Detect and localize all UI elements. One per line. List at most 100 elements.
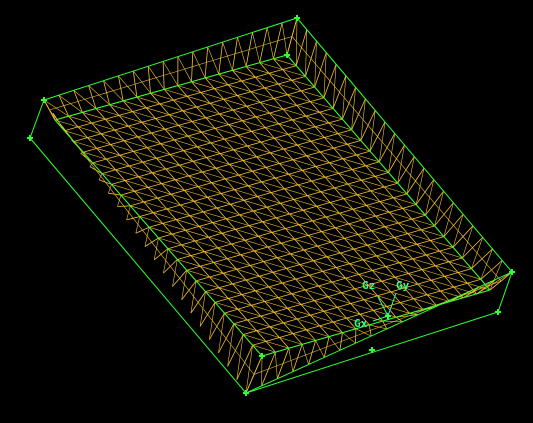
mesh-line — [300, 300, 315, 305]
mesh-line — [201, 128, 216, 133]
mesh-line — [417, 279, 432, 285]
wall-line — [225, 338, 236, 351]
mesh-line — [430, 236, 445, 241]
mesh-line — [257, 192, 272, 197]
mesh-line — [191, 117, 206, 122]
mesh-line — [153, 208, 167, 214]
mesh-line — [411, 214, 426, 220]
mesh-line — [246, 102, 261, 107]
mesh-line — [347, 140, 361, 145]
mesh-line — [352, 205, 367, 210]
mesh-line — [228, 294, 243, 299]
mesh-line — [270, 148, 284, 154]
wall-line — [481, 258, 492, 271]
mesh-line — [361, 176, 376, 181]
mesh-line — [92, 158, 107, 164]
mesh-line — [403, 243, 418, 249]
mesh-line — [310, 97, 325, 102]
mesh-line — [292, 329, 307, 334]
mesh-line — [311, 176, 326, 182]
wall-line — [282, 357, 298, 364]
mesh-line — [325, 212, 340, 218]
mesh-line — [178, 121, 193, 126]
mesh-line — [248, 221, 263, 226]
mesh-line — [407, 229, 422, 234]
mesh-line — [193, 196, 208, 202]
mesh-line — [64, 126, 79, 132]
mesh-line — [342, 154, 357, 160]
mesh-line — [120, 190, 135, 196]
mesh-line — [204, 247, 218, 253]
mesh-line — [146, 143, 161, 148]
mesh-line — [240, 250, 255, 256]
mesh-line — [357, 230, 372, 235]
wall-line — [434, 203, 445, 215]
mesh-line — [284, 184, 299, 190]
mesh-line — [171, 229, 186, 235]
wall-line — [471, 248, 493, 269]
mesh-line — [244, 235, 259, 241]
mesh-line — [297, 140, 312, 146]
plus-marker — [41, 97, 47, 103]
mesh-line — [344, 234, 359, 239]
wall-line — [106, 88, 121, 93]
wall-line — [92, 92, 107, 98]
mesh-line — [202, 167, 217, 173]
mesh-line — [200, 262, 214, 267]
mesh-line — [225, 214, 240, 220]
mesh-line — [298, 220, 313, 226]
mesh-line — [206, 153, 221, 158]
mesh-line — [275, 173, 289, 179]
mesh-line — [358, 270, 373, 275]
mesh-line — [142, 157, 157, 163]
mesh-line — [304, 285, 319, 291]
mesh-line — [340, 248, 354, 254]
wall-diagonal — [275, 352, 278, 379]
mesh-line — [431, 276, 445, 281]
mesh-line — [290, 249, 305, 255]
mesh-line — [197, 182, 212, 187]
mesh-line — [134, 187, 149, 192]
mesh-line — [389, 208, 403, 213]
mesh-line — [198, 222, 213, 227]
wall-line — [424, 191, 435, 204]
mesh-model[interactable]: Gx Gy Gz — [0, 0, 533, 423]
wall-line — [63, 101, 79, 106]
mesh-line — [227, 254, 241, 259]
mesh-line — [197, 142, 211, 148]
mesh-line — [219, 109, 234, 115]
mesh-line — [237, 91, 252, 96]
mesh-line — [147, 183, 162, 188]
mesh-line — [374, 172, 389, 177]
mesh-line — [301, 126, 316, 131]
mesh-line — [426, 290, 441, 296]
mesh-line — [289, 209, 304, 215]
graphics-viewport[interactable]: Gx Gy Gz — [0, 0, 533, 423]
mesh-line — [91, 118, 106, 124]
mesh-line — [260, 311, 275, 317]
mesh-line — [157, 193, 172, 199]
wall-line — [120, 83, 136, 89]
triad-y-label: Gy — [396, 279, 410, 292]
mesh-line — [188, 171, 203, 177]
mesh-line — [309, 271, 323, 276]
mesh-line — [385, 262, 400, 267]
mesh-line — [416, 240, 431, 245]
mesh-line — [282, 278, 296, 284]
mesh-line — [236, 265, 251, 270]
mesh-line — [426, 250, 440, 256]
mesh-line — [186, 265, 201, 271]
mesh-line — [158, 233, 173, 239]
mesh-line — [444, 272, 459, 277]
mesh-line — [347, 179, 362, 185]
mesh-line — [196, 102, 211, 108]
wall-line — [259, 27, 268, 63]
mesh-line — [265, 123, 279, 128]
mesh-line — [312, 216, 327, 222]
mesh-line — [230, 199, 245, 205]
mesh-line — [341, 288, 355, 294]
mesh-line — [189, 211, 204, 217]
mesh-line — [335, 223, 349, 229]
mesh-line — [252, 167, 267, 172]
mesh-line — [281, 238, 295, 244]
